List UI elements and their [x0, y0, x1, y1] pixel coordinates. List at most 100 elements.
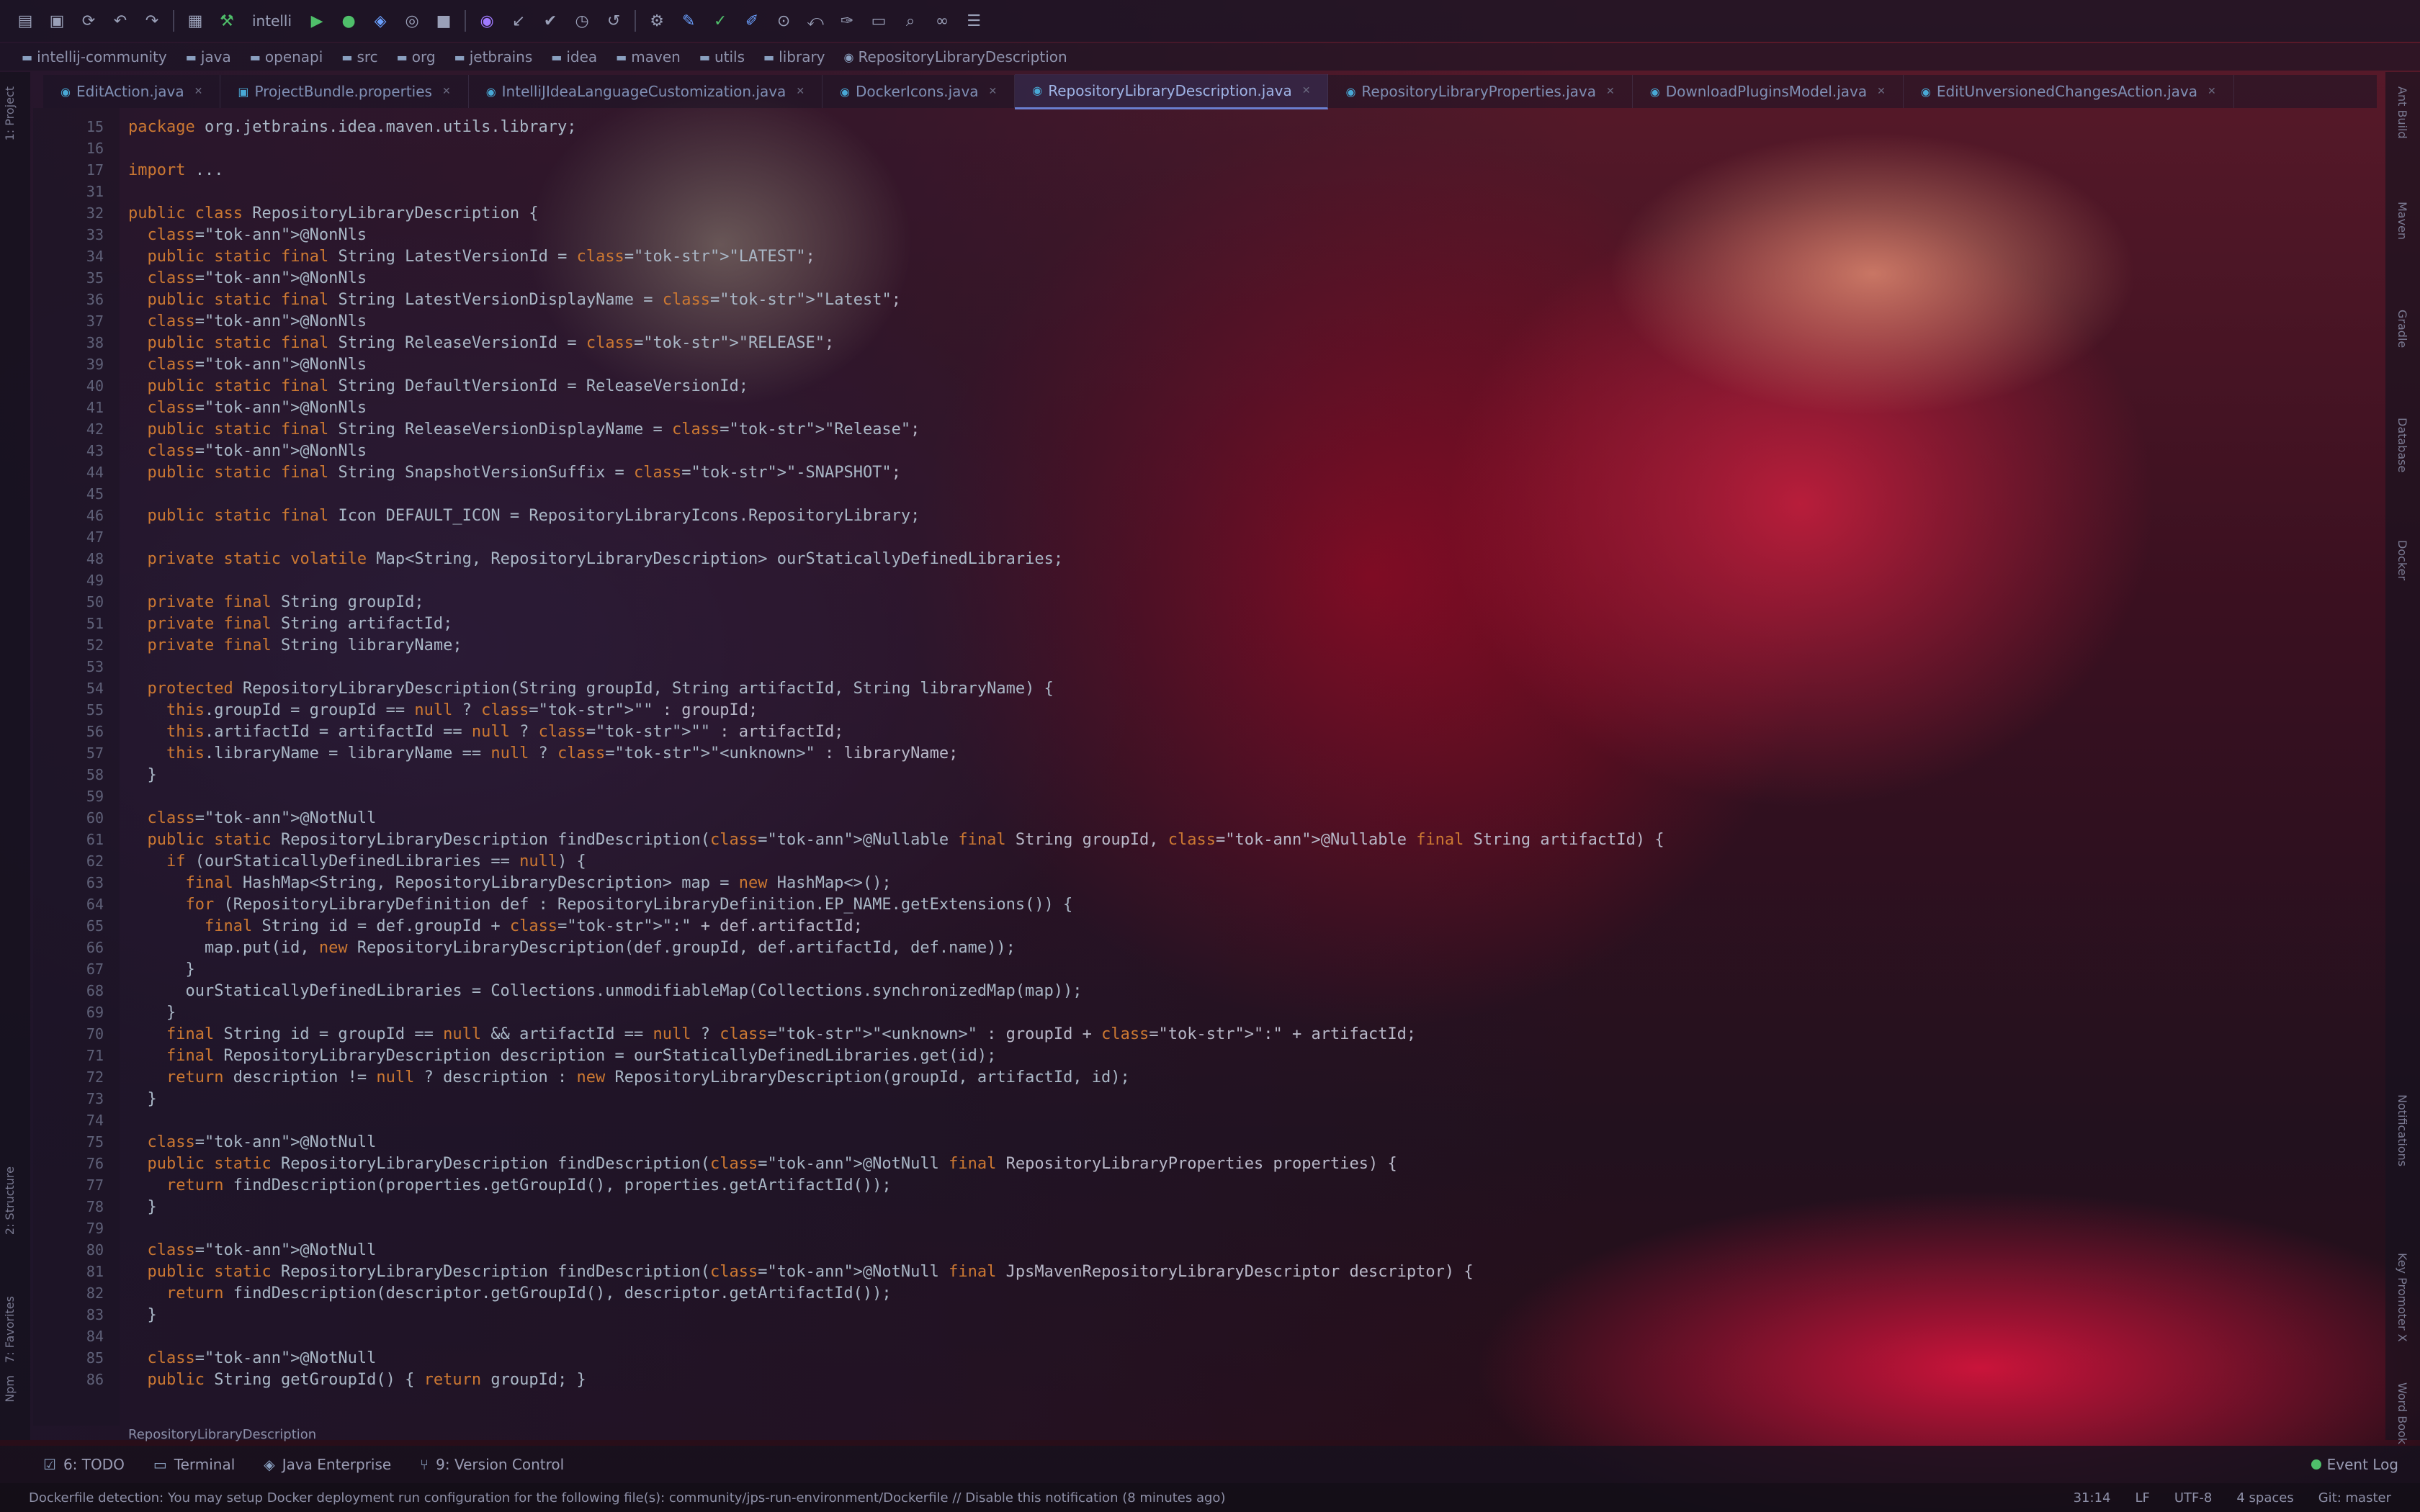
- code-line[interactable]: public String getGroupId() { return grou…: [128, 1369, 586, 1391]
- sync-icon[interactable]: ⟳: [78, 10, 99, 32]
- code-line[interactable]: for (RepositoryLibraryDefinition def : R…: [128, 894, 1072, 916]
- code-line[interactable]: }: [128, 1089, 156, 1110]
- status-message[interactable]: Dockerfile detection: You may setup Dock…: [29, 1490, 1225, 1506]
- code-line[interactable]: protected RepositoryLibraryDescription(S…: [128, 678, 1054, 700]
- build-icon[interactable]: ⚒: [216, 10, 238, 32]
- code-line[interactable]: private static volatile Map<String, Repo…: [128, 549, 1064, 570]
- folder-icon[interactable]: ▭: [868, 10, 889, 32]
- vcs-commit-icon[interactable]: ✔: [539, 10, 561, 32]
- breadcrumb-item-current[interactable]: ◉ RepositoryLibraryDescription: [844, 48, 1067, 66]
- pencil-icon[interactable]: ✐: [741, 10, 763, 32]
- code-line[interactable]: }: [128, 959, 194, 981]
- code-line[interactable]: class="tok-ann">@NonNls: [128, 225, 367, 246]
- open-icon[interactable]: ▤: [14, 10, 36, 32]
- tool-window-terminal[interactable]: ▭ Terminal: [153, 1456, 235, 1473]
- line-number-gutter[interactable]: 15 16 17 31 32 33 34 35 36 37 38 39 40 41 42 43 44 45 46 47…: [33, 108, 120, 1426]
- code-line[interactable]: }: [128, 1197, 156, 1218]
- code-line[interactable]: public class RepositoryLibraryDescriptio…: [128, 203, 539, 225]
- close-icon[interactable]: ✕: [2208, 86, 2216, 97]
- code-line[interactable]: public static final String SnapshotVersi…: [128, 462, 901, 484]
- tool-window-project[interactable]: 1: Project: [3, 86, 17, 140]
- target-icon[interactable]: ⊙: [773, 10, 794, 32]
- breadcrumb-item[interactable]: ▬ org: [397, 48, 436, 66]
- code-line[interactable]: public static final String DefaultVersio…: [128, 376, 749, 397]
- breadcrumb-item[interactable]: ▬ intellij-community: [22, 48, 167, 66]
- tab-docker-icons[interactable]: ◉ DockerIcons.java ✕: [823, 75, 1016, 108]
- tool-window-maven[interactable]: Maven: [2396, 202, 2409, 240]
- code-line[interactable]: class="tok-ann">@NonNls: [128, 311, 367, 333]
- tab-download-plugins-model[interactable]: ◉ DownloadPluginsModel.java ✕: [1633, 75, 1904, 108]
- tab-edit-action[interactable]: ◉ EditAction.java ✕: [43, 75, 221, 108]
- close-icon[interactable]: ✕: [796, 86, 805, 97]
- code-line[interactable]: final String id = def.groupId + class="t…: [128, 916, 863, 937]
- tool-window-npm[interactable]: Npm: [3, 1375, 17, 1403]
- breadcrumb-item[interactable]: ▬ openapi: [250, 48, 323, 66]
- file-encoding[interactable]: UTF-8: [2174, 1490, 2212, 1506]
- search-icon[interactable]: ⌕: [900, 10, 921, 32]
- check-icon[interactable]: ✓: [709, 10, 731, 32]
- tool-window-todo[interactable]: ☑ 6: TODO: [43, 1456, 125, 1473]
- code-line[interactable]: final RepositoryLibraryDescription descr…: [128, 1045, 996, 1067]
- code-line[interactable]: class="tok-ann">@NotNull: [128, 1348, 377, 1369]
- code-line[interactable]: class="tok-ann">@NotNull: [128, 1132, 377, 1153]
- tab-project-bundle[interactable]: ▣ ProjectBundle.properties ✕: [220, 75, 469, 108]
- plugin-icon[interactable]: ◉: [476, 10, 498, 32]
- indent-setting[interactable]: 4 spaces: [2236, 1490, 2293, 1506]
- code-line[interactable]: }: [128, 765, 156, 786]
- code-line[interactable]: import ...: [128, 160, 223, 181]
- breadcrumb-item[interactable]: ▬ utils: [699, 48, 745, 66]
- debug-icon[interactable]: ●: [338, 10, 359, 32]
- caret-position[interactable]: 31:14: [2074, 1490, 2111, 1506]
- code-line[interactable]: public static final String LatestVersion…: [128, 289, 901, 311]
- structure-breadcrumb[interactable]: RepositoryLibraryDescription: [128, 1427, 316, 1446]
- project-structure-icon[interactable]: ▦: [184, 10, 206, 32]
- edit-icon[interactable]: ✎: [678, 10, 699, 32]
- code-line[interactable]: public static final String ReleaseVersio…: [128, 333, 835, 354]
- close-icon[interactable]: ✕: [442, 86, 451, 97]
- code-line[interactable]: public static final String LatestVersion…: [128, 246, 815, 268]
- breadcrumb-item[interactable]: ▬ jetbrains: [454, 48, 533, 66]
- breadcrumb-item[interactable]: ▬ src: [341, 48, 377, 66]
- breadcrumb-item[interactable]: ▬ maven: [616, 48, 681, 66]
- event-log-button[interactable]: Event Log: [2311, 1456, 2398, 1473]
- tab-repository-library-description[interactable]: ◉ RepositoryLibraryDescription.java ✕: [1015, 73, 1329, 109]
- breadcrumb-item[interactable]: ▬ library: [763, 48, 825, 66]
- code-line[interactable]: class="tok-ann">@NonNls: [128, 354, 367, 376]
- run-configuration-select[interactable]: intelli: [248, 12, 296, 30]
- coverage-icon[interactable]: ◈: [369, 10, 391, 32]
- tool-window-notifications[interactable]: Notifications: [2396, 1094, 2409, 1166]
- code-line[interactable]: public static final Icon DEFAULT_ICON = …: [128, 505, 920, 527]
- close-icon[interactable]: ✕: [1877, 86, 1886, 97]
- code-line[interactable]: public static RepositoryLibraryDescripti…: [128, 829, 1664, 851]
- line-separator[interactable]: LF: [2135, 1490, 2149, 1506]
- tool-window-java-enterprise[interactable]: ◈ Java Enterprise: [264, 1456, 391, 1473]
- code-line[interactable]: final HashMap<String, RepositoryLibraryD…: [128, 873, 891, 894]
- tab-repository-library-properties[interactable]: ◉ RepositoryLibraryProperties.java ✕: [1328, 75, 1633, 108]
- link-icon[interactable]: ∞: [931, 10, 953, 32]
- tool-window-structure[interactable]: 2: Structure: [3, 1166, 17, 1235]
- code-line[interactable]: class="tok-ann">@NotNull: [128, 1240, 377, 1261]
- code-line[interactable]: return findDescription(descriptor.getGro…: [128, 1283, 892, 1305]
- code-line[interactable]: if (ourStaticallyDefinedLibraries == nul…: [128, 851, 586, 873]
- code-line[interactable]: public static final String ReleaseVersio…: [128, 419, 920, 441]
- code-line[interactable]: map.put(id, new RepositoryLibraryDescrip…: [128, 937, 1016, 959]
- tab-language-customization[interactable]: ◉ IntelliJIdeaLanguageCustomization.java ✕: [469, 75, 823, 108]
- rollback-icon[interactable]: ⤺: [805, 10, 826, 32]
- tool-window-key-promoter[interactable]: Key Promoter X: [2396, 1253, 2409, 1342]
- code-line[interactable]: private final String libraryName;: [128, 635, 462, 657]
- code-line[interactable]: class="tok-ann">@NonNls: [128, 441, 367, 462]
- save-icon[interactable]: ▣: [46, 10, 68, 32]
- tool-window-ant-build[interactable]: Ant Build: [2396, 86, 2409, 139]
- code-line[interactable]: }: [128, 1305, 156, 1326]
- tab-edit-unversioned-changes[interactable]: ◉ EditUnversionedChangesAction.java ✕: [1904, 75, 2234, 108]
- tool-window-database[interactable]: Database: [2396, 418, 2409, 472]
- tool-window-docker[interactable]: Docker: [2396, 540, 2409, 580]
- revert-icon[interactable]: ↺: [603, 10, 624, 32]
- code-line[interactable]: this.libraryName = libraryName == null ?…: [128, 743, 958, 765]
- code-line[interactable]: public static RepositoryLibraryDescripti…: [128, 1261, 1474, 1283]
- code-line[interactable]: class="tok-ann">@NonNls: [128, 397, 367, 419]
- code-line[interactable]: public static RepositoryLibraryDescripti…: [128, 1153, 1397, 1175]
- breadcrumb-item[interactable]: ▬ java: [186, 48, 231, 66]
- code-line[interactable]: return findDescription(properties.getGro…: [128, 1175, 892, 1197]
- code-line[interactable]: this.artifactId = artifactId == null ? c…: [128, 721, 843, 743]
